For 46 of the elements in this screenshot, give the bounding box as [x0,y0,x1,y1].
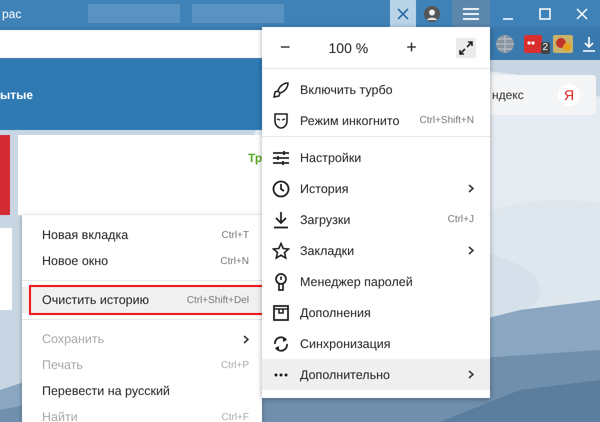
chevron-icon [468,246,474,255]
zoom-out-button[interactable]: − [276,37,295,58]
menu-item[interactable]: Закладки [262,235,490,266]
menu-item[interactable]: Синхронизация [262,328,490,359]
maximize-icon[interactable] [538,6,552,20]
chevron-icon [243,334,249,344]
menu-item[interactable]: Дополнения [262,297,490,328]
extension-icon[interactable] [552,34,572,52]
sync-icon [272,336,290,352]
menu-button[interactable] [452,0,490,27]
close-tab-button[interactable] [390,0,416,27]
section-heading: ытые [0,88,34,102]
globe-icon[interactable] [494,34,514,54]
close-icon [397,8,409,20]
zoom-in-button[interactable]: + [402,37,421,58]
chevron-icon [468,184,474,193]
download-icon [273,210,289,228]
menu-item[interactable]: Дополнительно [262,359,490,390]
menu-item[interactable]: Новое окно Ctrl+N [22,248,262,274]
sliders-icon [272,150,290,166]
rocket-icon [272,80,290,98]
download-icon[interactable] [582,36,596,52]
more-icon [274,372,288,376]
tile[interactable] [0,135,10,215]
menu-item[interactable]: Менеджер паролей [262,266,490,297]
browser-tab[interactable]: рас [0,0,82,27]
chevron-icon [468,370,474,379]
menu-item[interactable]: Очистить историю Ctrl+Shift+Del [22,287,262,313]
menu-item[interactable]: Перевести на русский [22,378,262,404]
profile-icon[interactable] [424,6,440,22]
menu-item[interactable]: Новая вкладка Ctrl+T [22,222,262,248]
window-icon [273,304,289,320]
star-icon [272,242,290,260]
card-title: ндекс [492,88,524,102]
mask-icon [273,112,289,130]
menu-icon [463,8,479,20]
tile-title: Тр [248,151,262,165]
clock-icon [272,180,290,198]
fullscreen-icon [459,40,473,54]
extension-icon[interactable] [524,34,542,52]
close-icon[interactable] [574,6,589,20]
key-icon [274,272,288,290]
tile[interactable] [0,228,12,310]
logo: Я [558,84,580,106]
fullscreen-button[interactable] [456,38,476,58]
zoom-level: 100 % [328,40,368,56]
